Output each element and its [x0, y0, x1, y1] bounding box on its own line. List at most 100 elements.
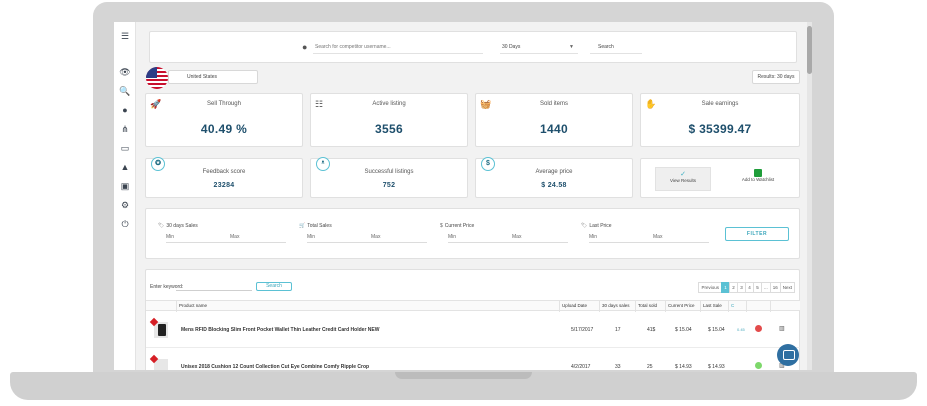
stat-label: Feedback score: [202, 169, 246, 175]
filter-panel: 🏷 30 days Sales Min Max 🛒 Total Sales Min …: [145, 208, 800, 259]
max-input[interactable]: Max: [371, 234, 380, 240]
chat-icon[interactable]: [777, 344, 799, 366]
column-header[interactable]: Last Sale: [700, 301, 728, 312]
stat-card-sale-earnings: ✋ Sale earnings $ 35399.47: [640, 93, 800, 147]
keyword-search-button[interactable]: Search: [256, 282, 292, 291]
stat-label: Sell Through: [207, 101, 241, 107]
table-row[interactable]: Mens RFID Blocking Slim Front Pocket Wal…: [146, 312, 800, 348]
period-select[interactable]: 30 Days ▼: [500, 40, 578, 54]
stat-card-feedback-score: ✪ Feedback score 23284: [145, 157, 303, 198]
menu-icon[interactable]: ☰: [119, 30, 131, 42]
results-period-badge: Results: 30 days: [752, 70, 800, 84]
stat-value: 1440: [540, 122, 568, 136]
laptop-notch: [395, 372, 532, 379]
user-icon[interactable]: ●: [119, 104, 131, 116]
laptop-mockup: ☰ 👁 🔍 ● ⋔ ▭ ▲ ▣ ⚙ ⏻ ● 30 Days ▼ Search U…: [0, 0, 927, 406]
stat-label: Average price: [535, 169, 573, 175]
country-select[interactable]: United States: [168, 70, 258, 84]
pager-next[interactable]: Next: [779, 282, 795, 293]
column-header[interactable]: Current Price: [665, 301, 700, 312]
min-input[interactable]: Min: [166, 234, 174, 240]
cart-icon: 🛒: [299, 223, 306, 229]
max-input[interactable]: Max: [512, 234, 521, 240]
range-inputs[interactable]: Min Max: [307, 234, 427, 243]
column-header[interactable]: 30 days sales: [599, 301, 635, 312]
sitemap-icon[interactable]: ⋔: [119, 123, 131, 135]
search-icon[interactable]: 🔍: [119, 85, 131, 97]
column-header[interactable]: Total sold: [635, 301, 665, 312]
range-inputs[interactable]: Min Max: [589, 234, 709, 243]
max-input[interactable]: Max: [653, 234, 662, 240]
us-flag-icon: [146, 67, 168, 89]
last-sale: $ 15.04: [708, 327, 725, 333]
sales-30-days: 33: [615, 364, 621, 370]
stat-label: Successful listings: [364, 169, 414, 175]
filter-title: Current Price: [444, 223, 475, 229]
upload-date: 4/2/2017: [571, 364, 591, 370]
filter-title: Last Price: [589, 223, 612, 229]
table-header: Product name Upload Date 30 days sales T…: [146, 300, 800, 312]
max-input[interactable]: Max: [230, 234, 239, 240]
stat-card-average-price: $ Average price $ 24.58: [475, 157, 633, 198]
stat-value: $ 35399.47: [688, 122, 752, 136]
current-price: $ 14.93: [675, 364, 692, 370]
product-name[interactable]: Unisex 2018 Cushion 12 Count Collection …: [181, 364, 369, 370]
app-screen: ☰ 👁 🔍 ● ⋔ ▭ ▲ ▣ ⚙ ⏻ ● 30 Days ▼ Search U…: [114, 22, 812, 370]
search-input[interactable]: [313, 40, 483, 54]
min-input[interactable]: Min: [448, 234, 456, 240]
product-thumbnail: [154, 322, 168, 338]
filter-title: 30 days Sales: [166, 223, 198, 229]
price-tag-icon: 🏷: [581, 223, 588, 229]
column-header[interactable]: C: [728, 301, 746, 312]
upload-date: 5/17/2017: [571, 327, 594, 333]
status-indicator-green: [755, 362, 762, 369]
scrollbar-track[interactable]: [807, 22, 812, 370]
column-header[interactable]: Upload Date: [559, 301, 599, 312]
filter-current-price: $ Current Price Min Max: [440, 223, 568, 243]
min-input[interactable]: Min: [307, 234, 315, 240]
bar-chart-icon[interactable]: ▥: [779, 325, 785, 332]
status-indicator-red: [755, 325, 762, 332]
stat-card-successful-listings: ᵜ Successful listings 752: [310, 157, 468, 198]
view-results-label: View Results: [670, 178, 696, 183]
c-value: 0.45: [737, 327, 745, 332]
eye-icon[interactable]: 👁: [119, 66, 131, 78]
filter-button[interactable]: FILTER: [725, 227, 789, 241]
stat-label: Sale earnings: [701, 101, 739, 107]
graduation-cap-icon[interactable]: ▲: [119, 161, 131, 173]
range-inputs[interactable]: Min Max: [448, 234, 568, 243]
check-icon: ✓: [680, 171, 686, 178]
stat-card-sold-items: 🧺 Sold items 1440: [475, 93, 633, 147]
keyword-input[interactable]: [176, 283, 252, 291]
power-icon[interactable]: ⏻: [119, 218, 131, 230]
period-value: 30 Days: [502, 44, 521, 50]
filter-total-sales: 🛒 Total Sales Min Max: [299, 223, 427, 243]
product-name[interactable]: Mens RFID Blocking Slim Front Pocket Wal…: [181, 327, 379, 333]
add-to-watchlist-button[interactable]: Add to Watchlist: [733, 167, 783, 191]
range-inputs[interactable]: Min Max: [166, 234, 286, 243]
stat-value: 3556: [375, 122, 403, 136]
sidebar-rail: ☰ 👁 🔍 ● ⋔ ▭ ▲ ▣ ⚙ ⏻: [114, 22, 136, 370]
view-results-button[interactable]: ✓ View Results: [655, 167, 711, 191]
stat-card-active-listing: ☷ Active listing 3556: [310, 93, 468, 147]
filter-30-days-sales: 🏷 30 days Sales Min Max: [158, 223, 286, 243]
filter-last-price: 🏷 Last Price Min Max: [581, 223, 709, 243]
pager-previous[interactable]: Previous: [698, 282, 722, 293]
stat-label: Sold items: [539, 101, 568, 107]
scrollbar-thumb[interactable]: [807, 26, 812, 74]
table-row[interactable]: Unisex 2018 Cushion 12 Count Collection …: [146, 349, 800, 370]
column-header-empty: [746, 301, 770, 312]
stat-value: 23284: [213, 182, 235, 189]
search-button[interactable]: Search: [590, 40, 642, 54]
current-price: $ 15.04: [675, 327, 692, 333]
stat-label: Active listing: [372, 101, 406, 107]
tag-icon: 🏷: [158, 223, 165, 229]
gear-icon[interactable]: ⚙: [119, 199, 131, 211]
monitor-icon[interactable]: ▣: [119, 180, 131, 192]
min-input[interactable]: Min: [589, 234, 597, 240]
column-header[interactable]: Product name: [176, 301, 559, 312]
filter-title: Total Sales: [307, 223, 332, 229]
caret-down-icon: ▼: [569, 44, 574, 50]
store-icon[interactable]: ▭: [119, 142, 131, 154]
pagination: Previous 1 2 3 4 5 ... 16 Next: [698, 282, 795, 293]
